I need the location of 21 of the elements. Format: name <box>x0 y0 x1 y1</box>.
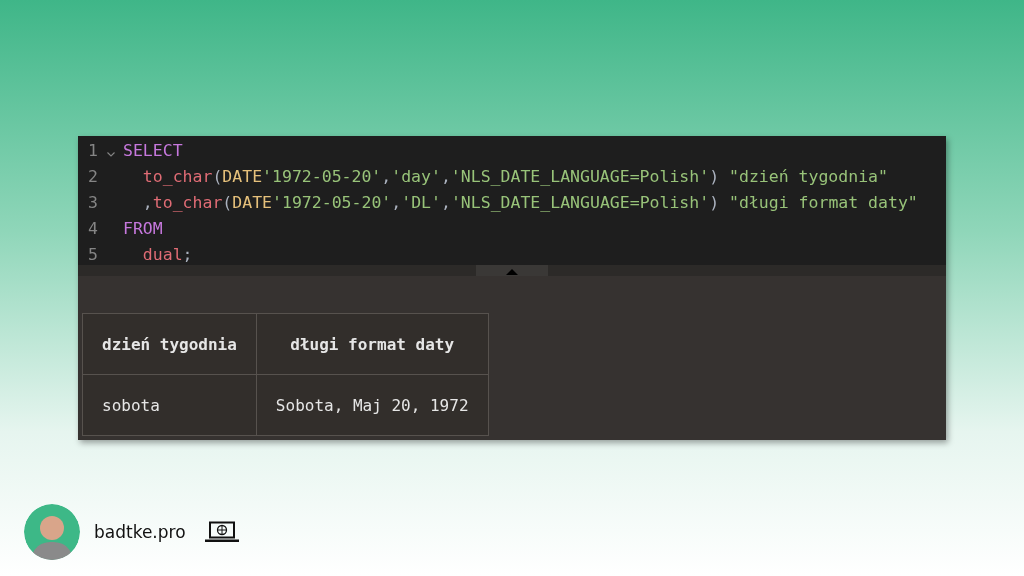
line-number: 4 <box>87 218 98 238</box>
line-number: 3 <box>87 192 98 212</box>
laptop-globe-icon <box>204 521 239 543</box>
code-line: to_char(DATE'1972-05-20','day','NLS_DATE_LANGUAGE=Polish') "dzień tygodnia" <box>141 166 888 186</box>
fold-chevron-icon[interactable] <box>106 151 115 157</box>
table-cell: sobota <box>82 374 257 436</box>
code-line: SELECT <box>123 140 183 160</box>
site-link[interactable]: badtke.pro <box>94 522 186 542</box>
code-line: dual; <box>141 244 193 264</box>
code-line: FROM <box>123 218 163 238</box>
line-number: 2 <box>87 166 98 186</box>
column-header: długi format daty <box>256 313 488 375</box>
code-editor[interactable]: 1 SELECT 2 to_char(DATE'1972-05-20','day','NLS_DATE_LANGUAGE=Polish') "dzień tygodnia" 3 ,to_char(DATE'1972-05-20','DL','NLS_DATE_LANGUAGE=Polish') "długi format daty" 4 FROM 5 dual; <box>78 136 946 265</box>
avatar <box>24 504 80 560</box>
table-cell: Sobota, Maj 20, 1972 <box>256 374 488 436</box>
line-number: 1 <box>87 140 98 160</box>
collapse-handle[interactable] <box>476 265 548 276</box>
collapse-icon <box>506 269 518 275</box>
column-header: dzień tygodnia <box>82 313 257 375</box>
line-number: 5 <box>87 244 98 264</box>
code-line: ,to_char(DATE'1972-05-20','DL','NLS_DATE_LANGUAGE=Polish') "długi format daty" <box>141 192 918 212</box>
